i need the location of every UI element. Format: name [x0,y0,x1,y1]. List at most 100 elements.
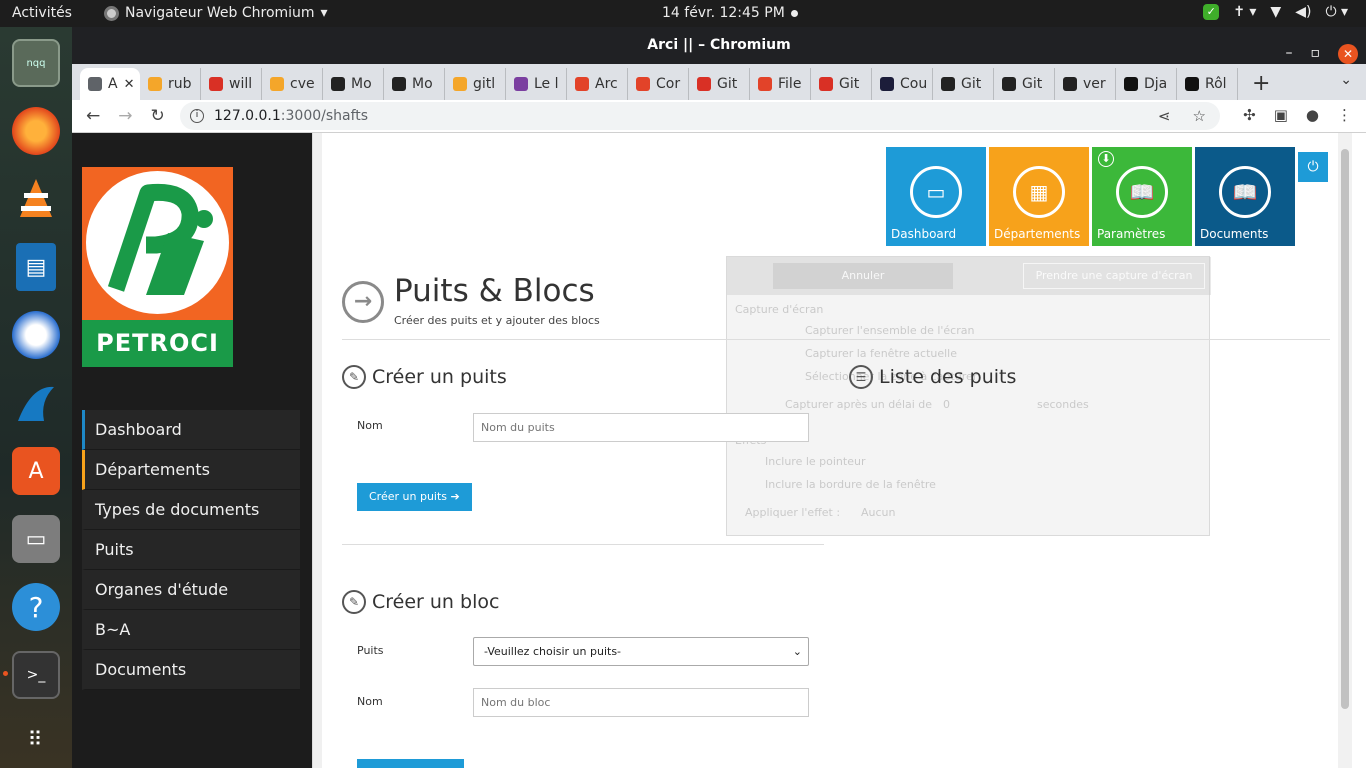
tab-search-chevron-icon[interactable]: ⌄ [1340,72,1352,88]
url-host: 127.0.0.1 [214,108,281,124]
extensions-icon[interactable]: ✣ [1243,106,1256,124]
tab-label: Dja [1144,76,1168,92]
system-tray[interactable]: ✓ ✝ ▾ ▼ ◀) ⏻ ▾ [1203,4,1348,20]
tab-label: Mo [412,76,433,92]
sidebar-item-dashboard[interactable]: Dashboard [82,410,300,450]
nqq-icon[interactable]: nqq [12,39,60,87]
browser-tab[interactable]: ver [1055,68,1116,100]
tile-dashboard[interactable]: ▭ Dashboard [886,147,986,246]
browser-tab[interactable]: File [750,68,811,100]
power-menu-icon[interactable]: ⏻ ▾ [1325,4,1348,20]
apps-grid-icon[interactable]: ⠿ [12,715,60,763]
activities-button[interactable]: Activités [12,5,72,21]
tab-favicon-icon [88,77,102,91]
page-scrollbar[interactable] [1338,133,1352,768]
back-icon[interactable]: ← [86,106,100,126]
browser-tab[interactable]: gitl [445,68,506,100]
tab-label: cve [290,76,315,92]
browser-tab[interactable]: Cor [628,68,689,100]
vlc-icon[interactable] [12,175,60,223]
block-well-select[interactable]: -Veuillez choisir un puits- ⌄ [473,637,809,666]
browser-tab[interactable]: Git [994,68,1055,100]
help-icon[interactable]: ? [12,583,60,631]
clock[interactable]: 14 févr. 12:45 PM [662,5,785,21]
sidebar-item-b-a[interactable]: B~A [82,610,300,650]
create-well-heading: ✎ Créer un puits [342,365,507,389]
well-name-input[interactable] [473,413,809,442]
tile-d-partements[interactable]: ▦ Départements [989,147,1089,246]
new-tab-button[interactable]: + [1252,71,1270,96]
browser-tab[interactable]: Git [689,68,750,100]
logout-power-icon[interactable]: ⏻ [1298,152,1328,182]
bookmark-star-icon[interactable]: ☆ [1193,102,1206,130]
reload-icon[interactable]: ↻ [151,106,165,126]
sidebar-item-d-partements[interactable]: Départements [82,450,300,490]
browser-tab[interactable]: Git [811,68,872,100]
writer-icon[interactable]: ▤ [16,243,56,291]
block-well-label: Puits [357,644,384,657]
firefox-icon[interactable] [12,107,60,155]
tile-documents[interactable]: 📖 Documents [1195,147,1295,246]
tab-label: Git [717,76,738,92]
browser-tab[interactable]: Rôl [1177,68,1238,100]
ghost-delay-unit: secondes [1037,398,1089,411]
browser-tab[interactable]: cve [262,68,323,100]
files-icon[interactable]: ▭ [12,515,60,563]
browser-tab[interactable]: Cou [872,68,933,100]
menu-kebab-icon[interactable]: ⋮ [1337,106,1352,124]
browser-tab[interactable]: rub [140,68,201,100]
volume-icon[interactable]: ◀) [1295,4,1311,20]
grid-icon: ▦ [1013,166,1065,218]
side-panel-icon[interactable]: ▣ [1274,106,1288,124]
create-block-button[interactable] [357,759,464,768]
tab-favicon-icon [1002,77,1016,91]
create-block-heading: ✎ Créer un bloc [342,590,499,614]
create-well-button[interactable]: Créer un puits ➔ [357,483,472,511]
wifi-icon[interactable]: ▼ [1270,4,1281,20]
site-info-icon[interactable]: i [190,109,204,123]
tab-label: Mo [351,76,372,92]
browser-tab[interactable]: A ✕ [80,68,140,100]
download-icon: ⬇ [1098,151,1114,167]
chromium-icon [104,5,119,21]
tile-param-tres[interactable]: 📖 Paramètres ⬇ [1092,147,1192,246]
profile-avatar-icon[interactable]: ● [1306,106,1319,124]
app-sidebar: PETROCI Dashboard Départements Types de do… [72,133,312,768]
app-menu[interactable]: Navigateur Web Chromium ▾ [104,5,328,21]
accessibility-icon[interactable]: ✝ ▾ [1233,4,1256,20]
browser-tab[interactable]: Arc [567,68,628,100]
tab-favicon-icon [148,77,162,91]
browser-tab[interactable]: will [201,68,262,100]
block-name-input[interactable] [473,688,809,717]
browser-tab[interactable]: Le l [506,68,567,100]
block-name-label: Nom [357,695,383,708]
sidebar-item-documents[interactable]: Documents [82,650,300,690]
sidebar-item-organes-d-tude[interactable]: Organes d'étude [82,570,300,610]
list-icon: ☰ [849,365,873,389]
sidebar-menu: Dashboard Départements Types de documents P… [82,410,300,690]
sidebar-item-puits[interactable]: Puits [82,530,300,570]
browser-tab[interactable]: Git [933,68,994,100]
tab-favicon-icon [758,77,772,91]
thunderbird-icon[interactable] [12,311,60,359]
extension-area: ✣ ▣ ● ⋮ [1243,106,1352,124]
close-window-icon[interactable]: ✕ [1338,43,1358,64]
update-icon[interactable]: ✓ [1203,4,1220,20]
sidebar-item-types-de-documents[interactable]: Types de documents [82,490,300,530]
browser-tab[interactable]: Dja [1116,68,1177,100]
tile-label: Départements [994,227,1081,241]
scrollbar-thumb[interactable] [1341,149,1349,709]
close-tab-icon[interactable]: ✕ [124,77,135,92]
ghost-take-button: Prendre une capture d'écran [1023,263,1205,289]
omnibox-actions: ⋖ ☆ [1158,102,1206,130]
terminal-icon[interactable]: >_ [12,651,60,699]
share-icon[interactable]: ⋖ [1158,102,1171,130]
forward-icon[interactable]: → [118,106,132,126]
petroci-logo: PETROCI [82,167,233,367]
address-bar[interactable]: i 127.0.0.1:3000/shafts ⋖ ☆ [180,102,1220,130]
browser-tab[interactable]: Mo [323,68,384,100]
software-icon[interactable]: A [12,447,60,495]
tab-label: Git [961,76,982,92]
wireshark-icon[interactable] [12,379,60,427]
browser-tab[interactable]: Mo [384,68,445,100]
